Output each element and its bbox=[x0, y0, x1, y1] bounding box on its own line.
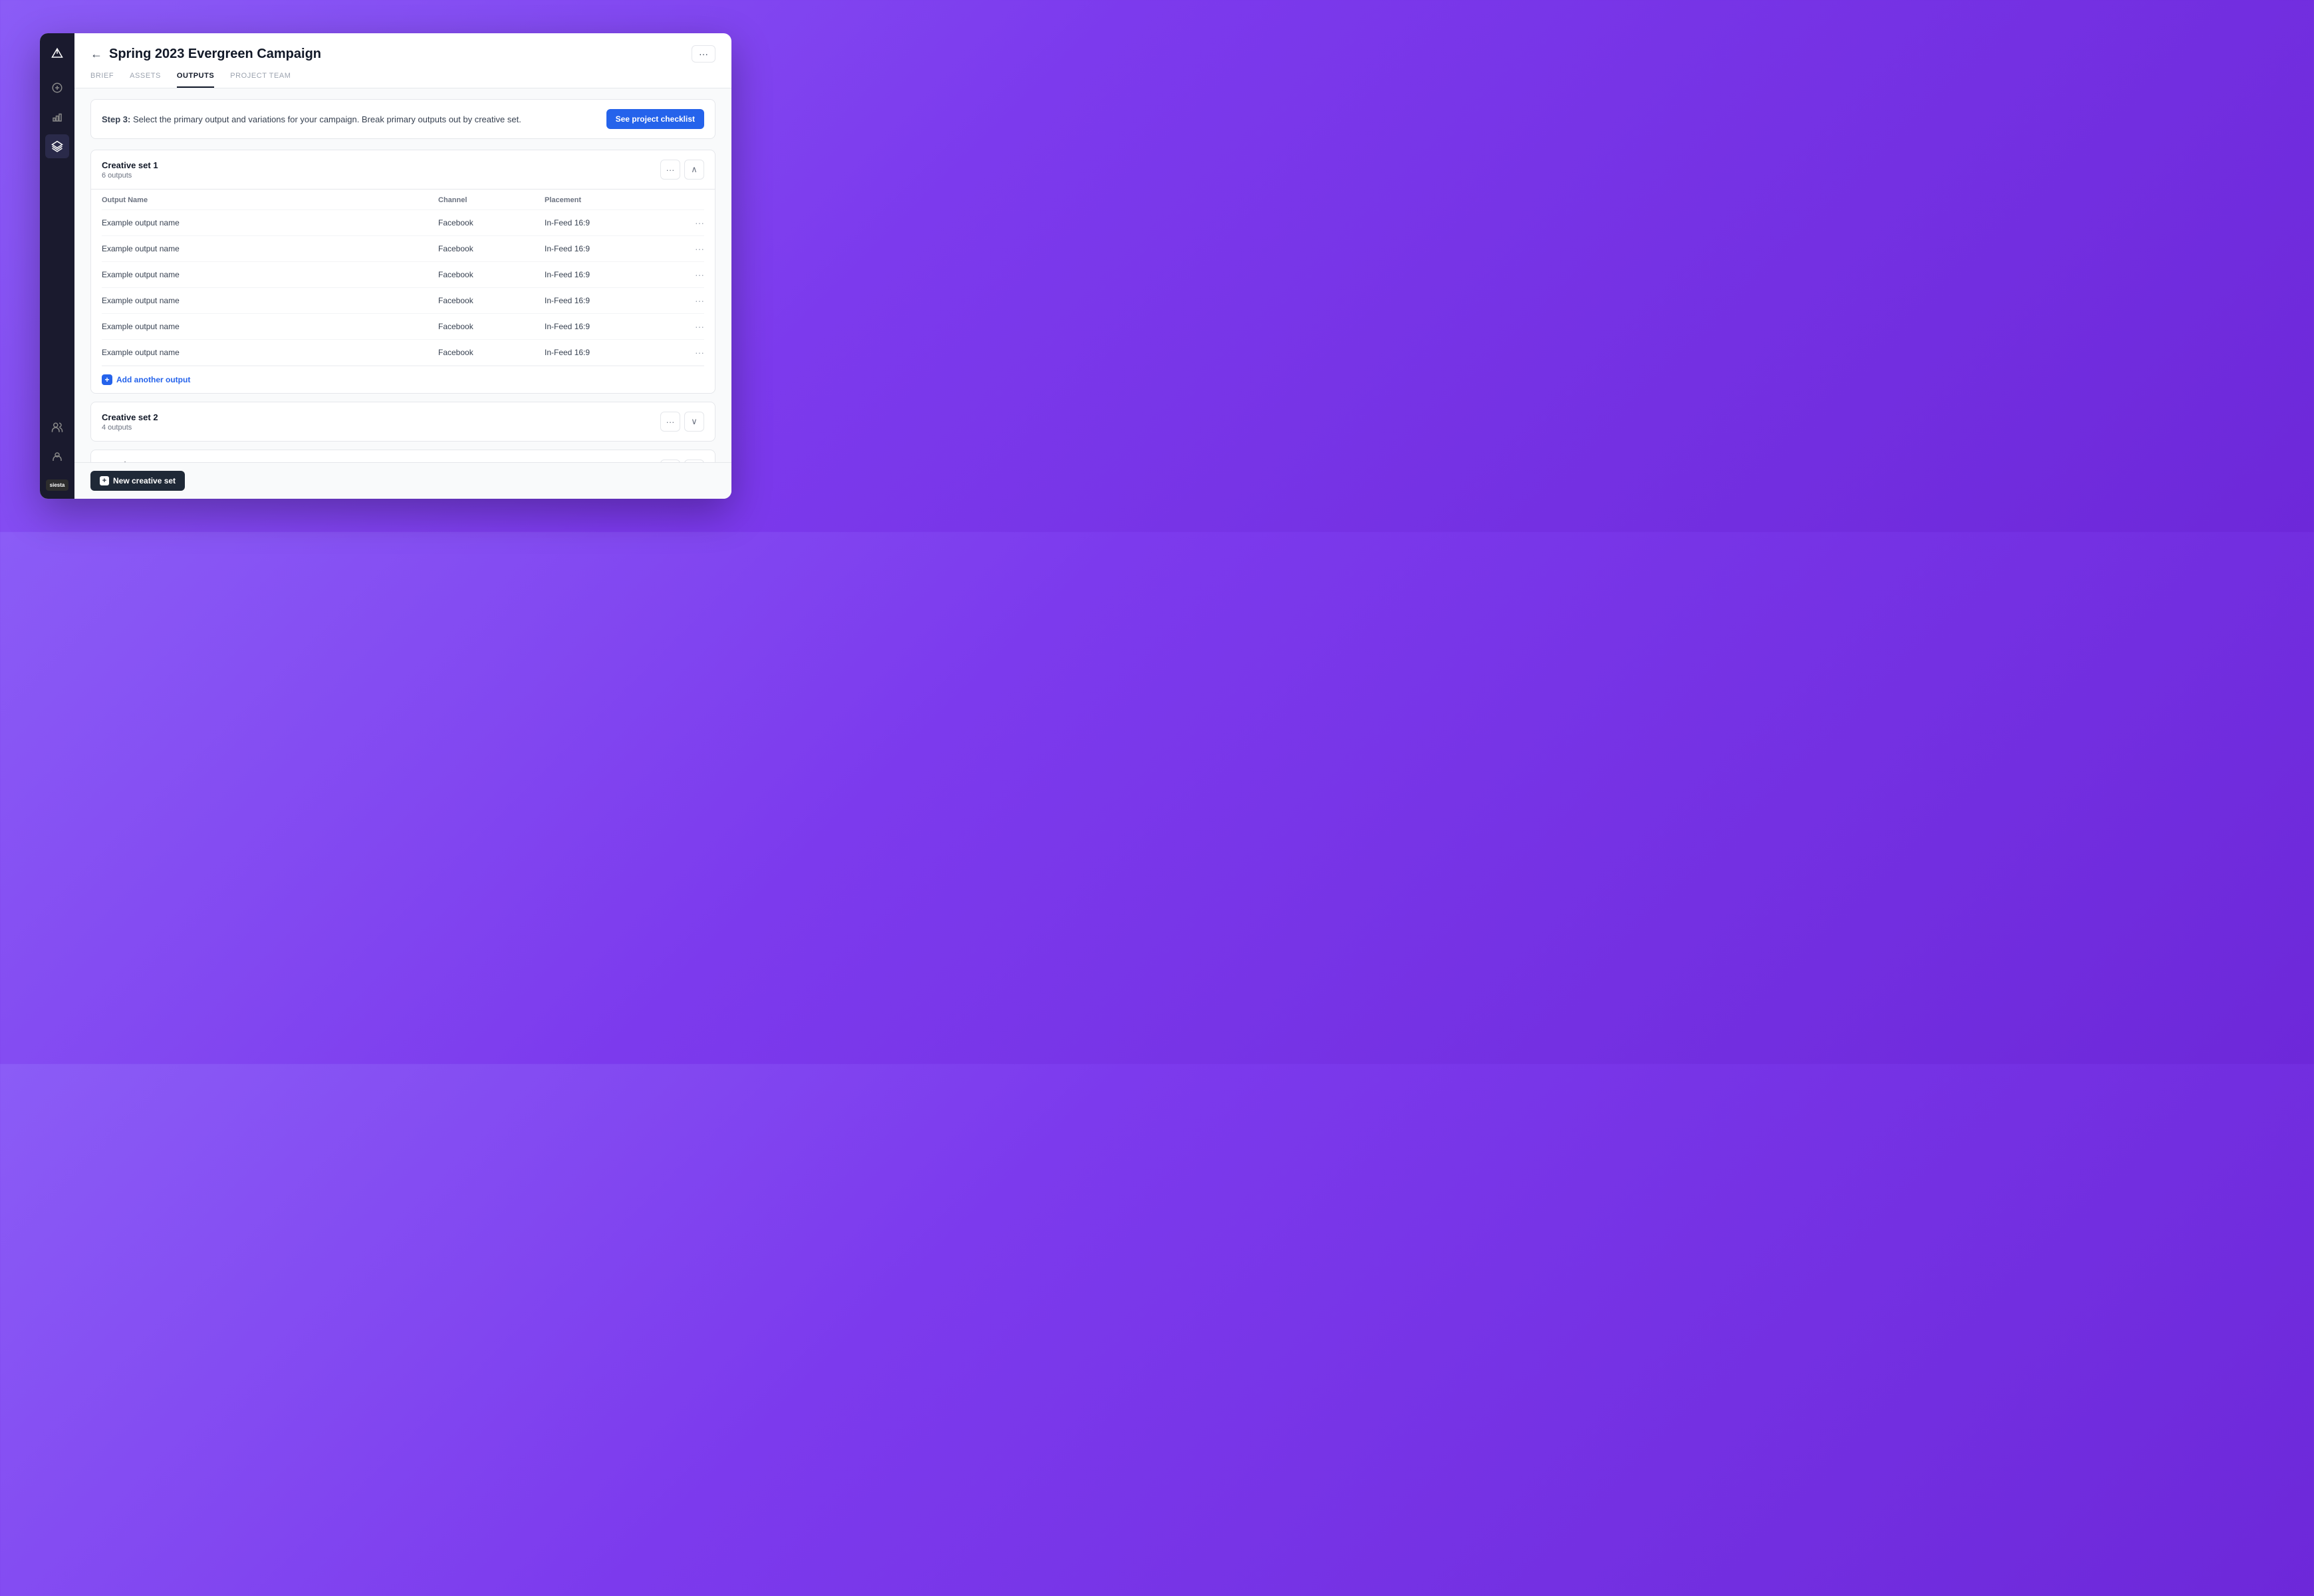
creative-set-2-controls: ··· ∨ bbox=[660, 412, 704, 432]
analytics-icon[interactable] bbox=[45, 105, 69, 129]
creative-set-2-header: Creative set 2 4 outputs ··· ∨ bbox=[91, 402, 715, 441]
creative-set-1-name: Creative set 1 bbox=[102, 160, 158, 170]
creative-set-3: Creative set 3 5 outputs ··· ∨ bbox=[90, 450, 715, 462]
add-output-icon: + bbox=[102, 374, 112, 385]
creative-set-1: Creative set 1 6 outputs ··· ∧ Output na… bbox=[90, 150, 715, 394]
creative-set-1-info: Creative set 1 6 outputs bbox=[102, 160, 158, 180]
logo-icon[interactable] bbox=[45, 41, 69, 65]
tabs-nav: Brief Assets Outputs Project Team bbox=[90, 72, 715, 88]
add-output-button[interactable]: + Add another output bbox=[102, 366, 704, 393]
output-row-1-more[interactable]: ··· bbox=[678, 243, 704, 254]
output-row: Example output name Facebook In-Feed 16:… bbox=[102, 236, 704, 262]
creative-set-2-name: Creative set 2 bbox=[102, 412, 158, 422]
tab-outputs[interactable]: Outputs bbox=[177, 72, 214, 88]
creative-set-1-controls: ··· ∧ bbox=[660, 160, 704, 180]
output-row: Example output name Facebook In-Feed 16:… bbox=[102, 210, 704, 236]
output-table-header: Output name Channel Placement bbox=[102, 190, 704, 210]
creative-set-1-count: 6 outputs bbox=[102, 172, 158, 180]
output-row-5-more[interactable]: ··· bbox=[678, 347, 704, 358]
tab-brief[interactable]: Brief bbox=[90, 72, 114, 88]
tab-project-team[interactable]: Project Team bbox=[230, 72, 291, 88]
output-row: Example output name Facebook In-Feed 16:… bbox=[102, 314, 704, 340]
step-banner: Step 3: Select the primary output and va… bbox=[90, 99, 715, 139]
creative-set-3-header: Creative set 3 5 outputs ··· ∨ bbox=[91, 450, 715, 462]
sidebar: siesta bbox=[40, 33, 74, 499]
creative-set-2-more-button[interactable]: ··· bbox=[660, 412, 680, 432]
more-button[interactable]: ··· bbox=[692, 45, 715, 63]
creative-set-1-collapse-button[interactable]: ∧ bbox=[684, 160, 704, 180]
page-title: Spring 2023 Evergreen Campaign bbox=[109, 47, 321, 62]
step-text: Step 3: Select the primary output and va… bbox=[102, 114, 521, 124]
output-row-3-more[interactable]: ··· bbox=[678, 295, 704, 306]
tab-assets[interactable]: Assets bbox=[130, 72, 161, 88]
output-row: Example output name Facebook In-Feed 16:… bbox=[102, 340, 704, 366]
header-actions: ··· bbox=[692, 45, 715, 63]
user-icon[interactable] bbox=[45, 445, 69, 469]
output-row: Example output name Facebook In-Feed 16:… bbox=[102, 262, 704, 288]
team-icon[interactable] bbox=[45, 416, 69, 440]
header-top: ← Spring 2023 Evergreen Campaign ··· bbox=[90, 45, 715, 63]
output-row-4-more[interactable]: ··· bbox=[678, 321, 704, 332]
add-icon[interactable] bbox=[45, 76, 69, 100]
main-area: ← Spring 2023 Evergreen Campaign ··· Bri… bbox=[74, 33, 731, 499]
creative-set-2-info: Creative set 2 4 outputs bbox=[102, 412, 158, 432]
new-creative-plus-icon: + bbox=[100, 476, 109, 485]
header: ← Spring 2023 Evergreen Campaign ··· Bri… bbox=[74, 33, 731, 88]
content-area: Step 3: Select the primary output and va… bbox=[74, 88, 731, 462]
output-row-2-more[interactable]: ··· bbox=[678, 269, 704, 280]
output-row-0-more[interactable]: ··· bbox=[678, 217, 704, 228]
app-container: siesta ← Spring 2023 Evergreen Campaign … bbox=[40, 33, 731, 499]
new-creative-set-button[interactable]: + New creative set bbox=[90, 471, 185, 491]
creative-set-2-count: 4 outputs bbox=[102, 424, 158, 432]
creative-set-2: Creative set 2 4 outputs ··· ∨ bbox=[90, 402, 715, 442]
output-table-1: Output name Channel Placement Example ou… bbox=[91, 189, 715, 393]
bottom-bar: + New creative set bbox=[74, 462, 731, 499]
workspace-label[interactable]: siesta bbox=[46, 479, 69, 491]
back-button[interactable]: ← bbox=[90, 47, 102, 61]
creative-set-1-header: Creative set 1 6 outputs ··· ∧ bbox=[91, 150, 715, 189]
layers-icon[interactable] bbox=[45, 134, 69, 158]
creative-set-2-expand-button[interactable]: ∨ bbox=[684, 412, 704, 432]
output-row: Example output name Facebook In-Feed 16:… bbox=[102, 288, 704, 314]
checklist-button[interactable]: See project checklist bbox=[606, 109, 704, 129]
header-title-row: ← Spring 2023 Evergreen Campaign bbox=[90, 47, 321, 62]
creative-set-1-more-button[interactable]: ··· bbox=[660, 160, 680, 180]
